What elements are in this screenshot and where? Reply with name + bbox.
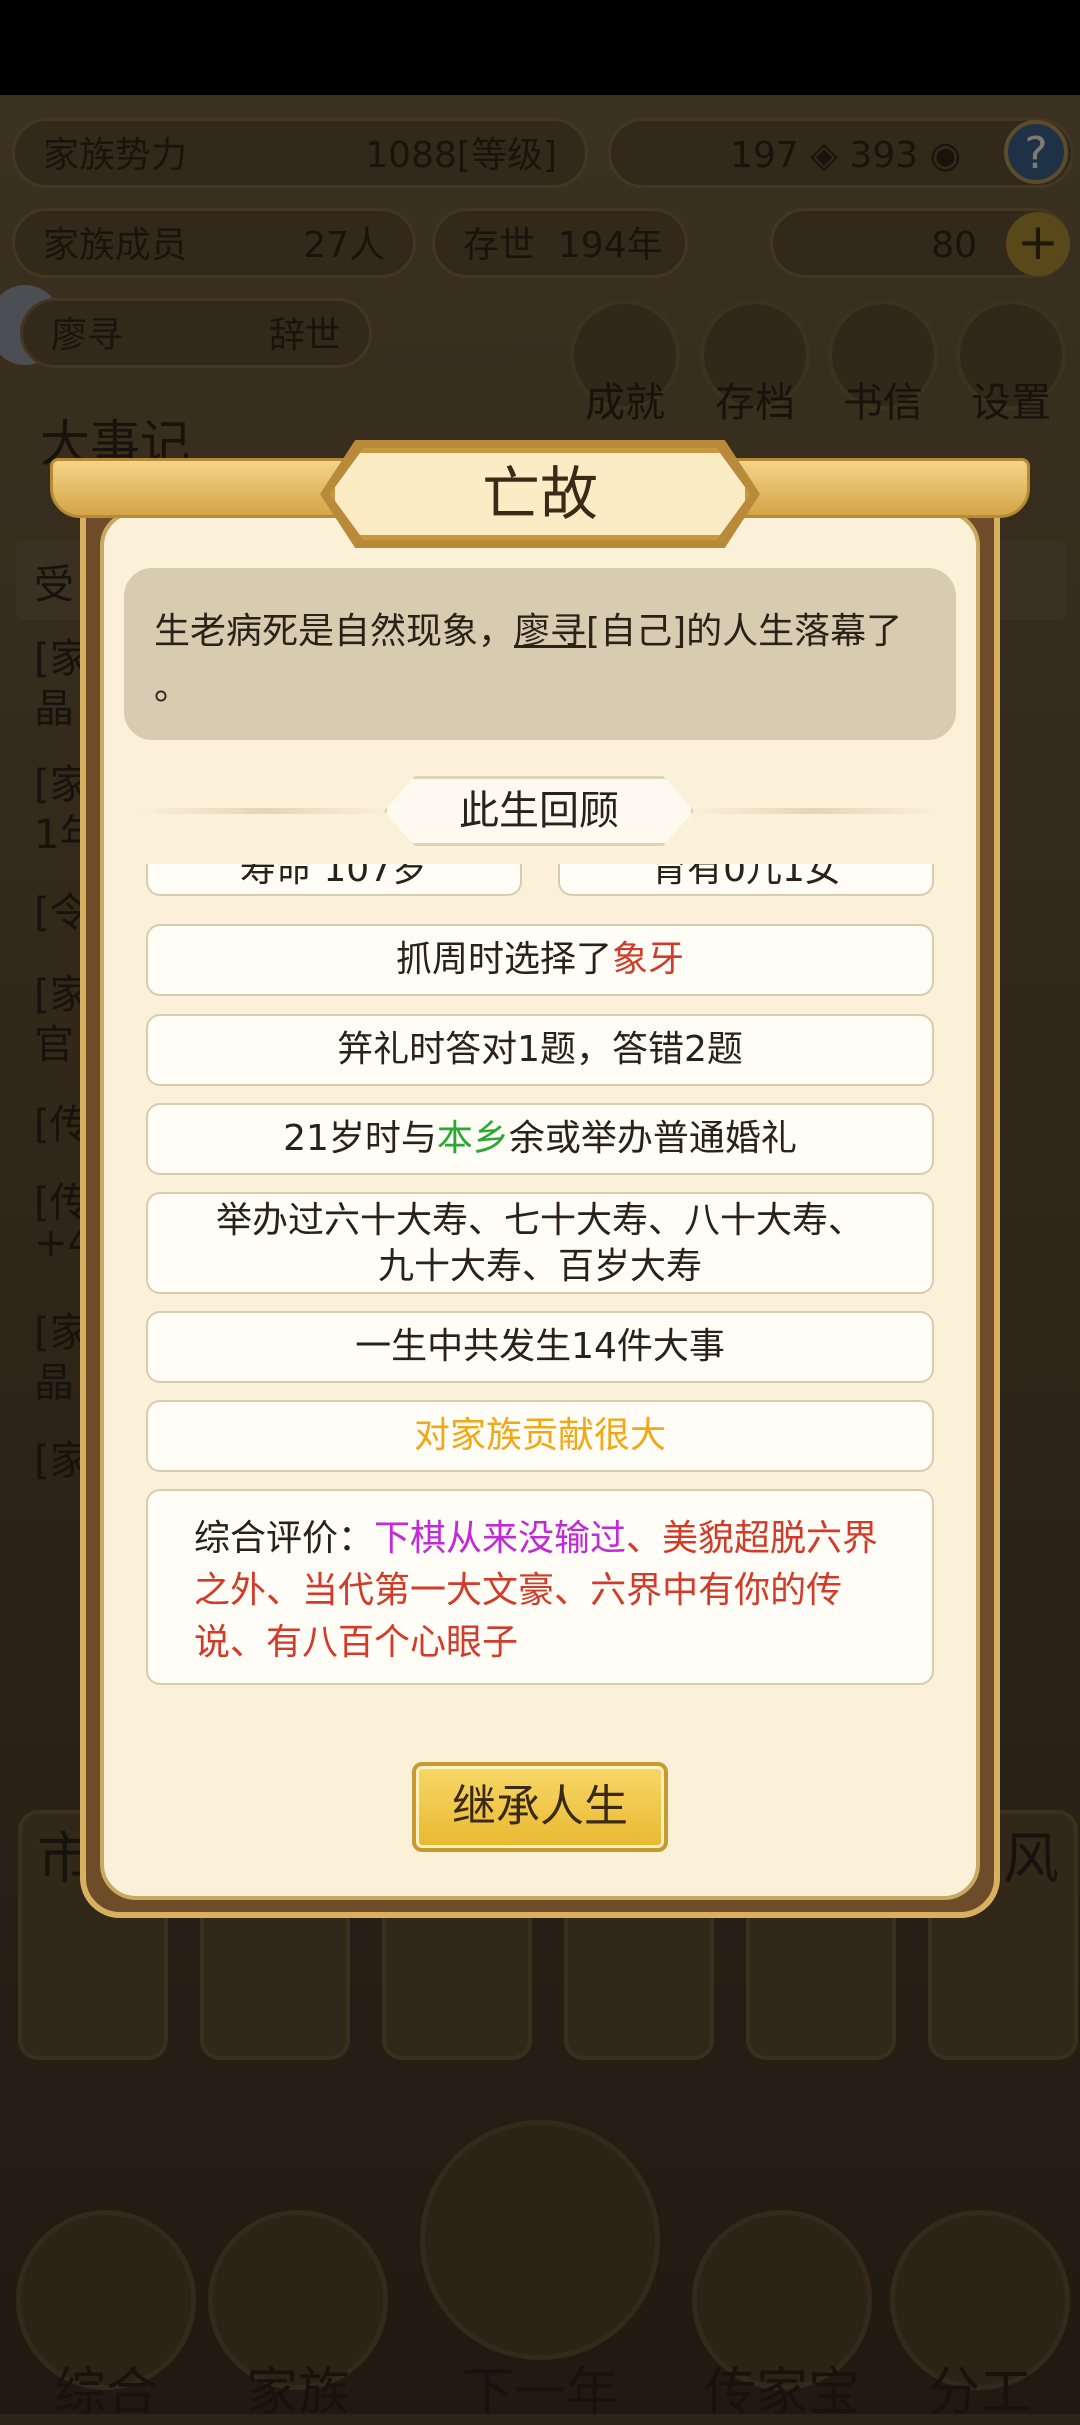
divider-right [690, 808, 940, 814]
lifespan-item: 寿命 107岁 [146, 864, 522, 896]
zhuazhou-text: 抓周时选择了 [395, 939, 612, 980]
birthdays-line1: 举办过六十大寿、七十大寿、八十大寿、 [215, 1200, 864, 1241]
evaluation-label: 综合评价： [194, 1518, 375, 1559]
marriage-place: 本乡 [436, 1118, 509, 1159]
list-item: 笄礼时答对1题，答错2题 [146, 1014, 934, 1086]
events-count: 一生中共发生14件大事 [355, 1326, 725, 1367]
status-bar [0, 0, 1080, 95]
contribution-text: 对家族贡献很大 [413, 1415, 666, 1456]
evaluation-separator: 、 [266, 1570, 303, 1611]
list-item: 一生中共发生14件大事 [146, 1311, 934, 1383]
marriage-prefix: 21岁时与 [283, 1118, 437, 1159]
evaluation-item: 综合评价：下棋从来没输过、美貌超脱六界之外、当代第一大文豪、六界中有你的传说、有… [146, 1489, 934, 1685]
evaluation-separator: 、 [626, 1518, 663, 1559]
list-item: 举办过六十大寿、七十大寿、八十大寿、 九十大寿、百岁大寿 [146, 1192, 934, 1294]
birthdays-line2: 九十大寿、百岁大寿 [377, 1246, 702, 1287]
zhuazhou-item: 象牙 [612, 939, 685, 980]
message-end: 。 [154, 667, 191, 708]
inherit-life-button[interactable]: 继承人生 [412, 1762, 668, 1852]
children-item: 育有0儿1女 [558, 864, 934, 896]
dialog-title: 亡故 [330, 448, 750, 540]
evaluation-trait: 有八百个心眼子 [266, 1622, 519, 1663]
list-item: 对家族贡献很大 [146, 1400, 934, 1472]
message-suffix: [自己]的人生落幕了 [586, 611, 903, 652]
list-item: 21岁时与本乡余或举办普通婚礼 [146, 1103, 934, 1175]
section-title: 此生回顾 [384, 776, 694, 846]
evaluation-separator: 、 [230, 1622, 267, 1663]
death-message: 生老病死是自然现象，廖寻[自己]的人生落幕了 。 [124, 568, 956, 740]
evaluation-separator: 、 [554, 1570, 591, 1611]
life-review-list[interactable]: 寿命 107岁 育有0儿1女 抓周时选择了象牙 笄礼时答对1题，答错2题 21岁… [146, 864, 934, 1694]
divider-left [140, 808, 390, 814]
marriage-suffix: 余或举办普通婚礼 [508, 1118, 797, 1159]
jili-text: 笄礼时答对1题，答错2题 [337, 1029, 743, 1070]
evaluation-trait: 当代第一大文豪 [302, 1570, 555, 1611]
evaluation-trait: 下棋从来没输过 [374, 1518, 627, 1559]
list-item: 抓周时选择了象牙 [146, 924, 934, 996]
message-person-name: 廖寻 [514, 611, 587, 652]
message-prefix: 生老病死是自然现象， [154, 611, 515, 652]
